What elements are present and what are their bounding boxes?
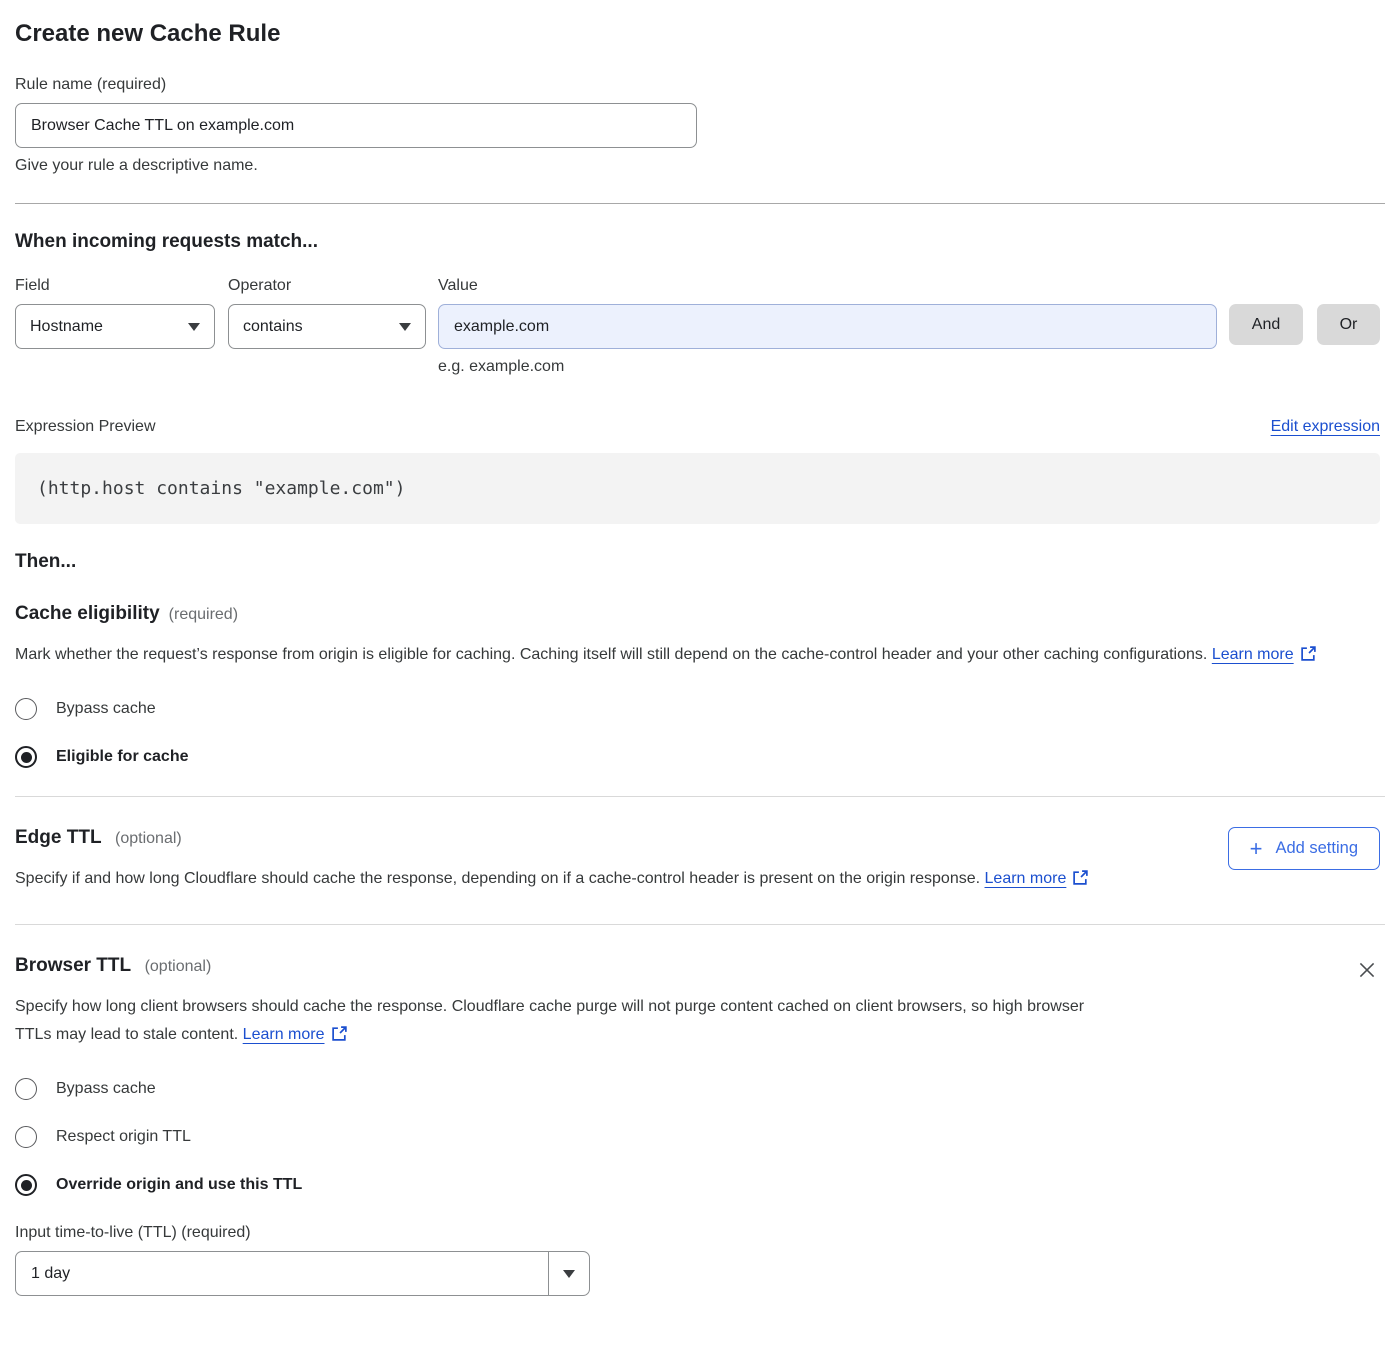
browser-ttl-description-text: Specify how long client browsers should … bbox=[15, 998, 1084, 1043]
external-link-icon bbox=[1072, 868, 1089, 896]
radio-icon[interactable] bbox=[15, 1078, 37, 1100]
field-select-value: Hostname bbox=[30, 318, 103, 336]
radio-label: Override origin and use this TTL bbox=[56, 1176, 302, 1194]
section-divider bbox=[15, 203, 1385, 204]
edit-expression-link[interactable]: Edit expression bbox=[1271, 418, 1380, 436]
edge-ttl-requirement: (optional) bbox=[115, 830, 182, 847]
radio-option-bypass-cache-browser[interactable]: Bypass cache bbox=[15, 1078, 1380, 1100]
expression-code-box: (http.host contains "example.com") bbox=[15, 453, 1380, 524]
radio-label: Bypass cache bbox=[56, 1080, 156, 1098]
radio-label: Bypass cache bbox=[56, 700, 156, 718]
chevron-down-icon bbox=[188, 323, 200, 331]
edge-ttl-learn-more-link[interactable]: Learn more bbox=[985, 870, 1067, 887]
add-setting-button[interactable]: + Add setting bbox=[1228, 827, 1380, 870]
ttl-input-label: Input time-to-live (TTL) (required) bbox=[15, 1224, 1380, 1242]
radio-icon[interactable] bbox=[15, 746, 37, 768]
radio-icon[interactable] bbox=[15, 1174, 37, 1196]
remove-browser-ttl-button[interactable] bbox=[1354, 957, 1380, 983]
plus-icon: + bbox=[1250, 838, 1263, 860]
radio-option-respect-origin-ttl[interactable]: Respect origin TTL bbox=[15, 1126, 1380, 1148]
cache-eligibility-description-text: Mark whether the request’s response from… bbox=[15, 646, 1207, 663]
and-button[interactable]: And bbox=[1229, 304, 1303, 345]
chevron-down-icon bbox=[399, 323, 411, 331]
radio-option-bypass-cache[interactable]: Bypass cache bbox=[15, 698, 1380, 720]
ttl-select-value: 1 day bbox=[16, 1252, 548, 1295]
match-section-heading: When incoming requests match... bbox=[15, 231, 1380, 253]
edge-ttl-title: Edge TTL bbox=[15, 827, 102, 848]
rule-name-input[interactable] bbox=[15, 103, 697, 148]
external-link-icon bbox=[1300, 644, 1317, 672]
browser-ttl-learn-more-link[interactable]: Learn more bbox=[243, 1026, 325, 1043]
close-icon bbox=[1356, 959, 1378, 981]
browser-ttl-description: Specify how long client browsers should … bbox=[15, 993, 1100, 1052]
cache-eligibility-learn-more-link[interactable]: Learn more bbox=[1212, 646, 1294, 663]
section-divider bbox=[15, 796, 1385, 797]
section-divider bbox=[15, 924, 1385, 925]
field-label: Field bbox=[15, 277, 215, 295]
value-helper: e.g. example.com bbox=[438, 358, 1217, 376]
field-select[interactable]: Hostname bbox=[15, 304, 215, 349]
radio-option-override-origin-ttl[interactable]: Override origin and use this TTL bbox=[15, 1174, 1380, 1196]
radio-label: Respect origin TTL bbox=[56, 1128, 191, 1146]
radio-icon[interactable] bbox=[15, 698, 37, 720]
expression-preview-label: Expression Preview bbox=[15, 418, 156, 436]
cache-eligibility-requirement: (required) bbox=[169, 606, 238, 624]
edge-ttl-description: Specify if and how long Cloudflare shoul… bbox=[15, 865, 1089, 896]
value-input[interactable] bbox=[438, 304, 1217, 349]
rule-name-label: Rule name (required) bbox=[15, 76, 1380, 94]
cache-eligibility-description: Mark whether the request’s response from… bbox=[15, 641, 1355, 672]
page-title: Create new Cache Rule bbox=[15, 20, 1380, 48]
chevron-down-icon bbox=[563, 1270, 575, 1278]
add-setting-label: Add setting bbox=[1275, 839, 1358, 858]
browser-ttl-title: Browser TTL bbox=[15, 955, 131, 976]
value-label: Value bbox=[438, 277, 1217, 295]
expression-code: (http.host contains "example.com") bbox=[37, 478, 405, 499]
match-builder-row: Field Hostname Operator contains Value e… bbox=[15, 277, 1380, 376]
cache-eligibility-title: Cache eligibility bbox=[15, 603, 160, 625]
or-button[interactable]: Or bbox=[1317, 304, 1380, 345]
operator-label: Operator bbox=[228, 277, 426, 295]
radio-icon[interactable] bbox=[15, 1126, 37, 1148]
browser-ttl-requirement: (optional) bbox=[145, 958, 212, 975]
external-link-icon bbox=[331, 1024, 348, 1052]
operator-select-value: contains bbox=[243, 318, 303, 336]
rule-name-helper: Give your rule a descriptive name. bbox=[15, 157, 1380, 175]
then-heading: Then... bbox=[15, 551, 1380, 573]
ttl-select-arrow[interactable] bbox=[548, 1252, 589, 1295]
ttl-select[interactable]: 1 day bbox=[15, 1251, 590, 1296]
radio-option-eligible-for-cache[interactable]: Eligible for cache bbox=[15, 746, 1380, 768]
radio-label: Eligible for cache bbox=[56, 748, 188, 766]
edge-ttl-description-text: Specify if and how long Cloudflare shoul… bbox=[15, 870, 980, 887]
operator-select[interactable]: contains bbox=[228, 304, 426, 349]
